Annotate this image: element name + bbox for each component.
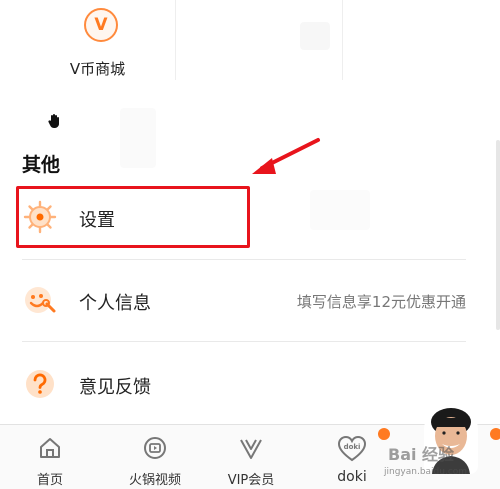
- nav-label: VIP会员: [227, 473, 275, 488]
- hand-cursor-icon: [48, 114, 59, 128]
- top-grid: V V币商城: [0, 0, 500, 80]
- menu-item-feedback[interactable]: 意见反馈: [0, 342, 500, 424]
- nav-label: doki: [337, 469, 367, 485]
- grid-divider: [342, 0, 343, 80]
- svg-text:doki: doki: [344, 443, 361, 451]
- menu-item-label: 个人信息: [79, 293, 151, 314]
- grid-divider: [175, 0, 176, 80]
- watermark-url: jingyan.baidu.com: [384, 467, 468, 477]
- nav-home[interactable]: 首页: [10, 425, 90, 489]
- notification-dot: [490, 428, 500, 440]
- video-icon: [144, 437, 166, 459]
- smile-wrench-icon: [25, 287, 56, 313]
- vcoin-icon: V: [84, 8, 118, 42]
- highlight-box: [16, 186, 250, 248]
- nav-video[interactable]: 火锅视频: [110, 425, 200, 489]
- section-title: 其他: [22, 154, 61, 176]
- vip-icon: [240, 439, 262, 459]
- faded-grid-icon: [300, 22, 330, 50]
- red-arrow-annotation: [252, 138, 320, 174]
- home-icon: [40, 438, 60, 458]
- doki-heart-icon: doki: [337, 435, 367, 462]
- faded-background: [120, 108, 156, 168]
- menu-item-label: 意见反馈: [79, 377, 151, 398]
- watermark: Bai 经验: [388, 445, 455, 464]
- vcoin-store-label: V币商城: [69, 60, 126, 78]
- notification-dot: [378, 428, 390, 440]
- menu-item-personal-info[interactable]: 个人信息 填写信息享12元优惠开通: [0, 260, 500, 342]
- nav-vip[interactable]: VIP会员: [210, 425, 292, 489]
- nav-label: 火锅视频: [128, 473, 181, 488]
- scroll-edge: [496, 140, 500, 330]
- promo-hint: 填写信息享12元优惠开通: [296, 293, 466, 311]
- question-icon: [26, 370, 54, 398]
- nav-label: 首页: [36, 473, 63, 488]
